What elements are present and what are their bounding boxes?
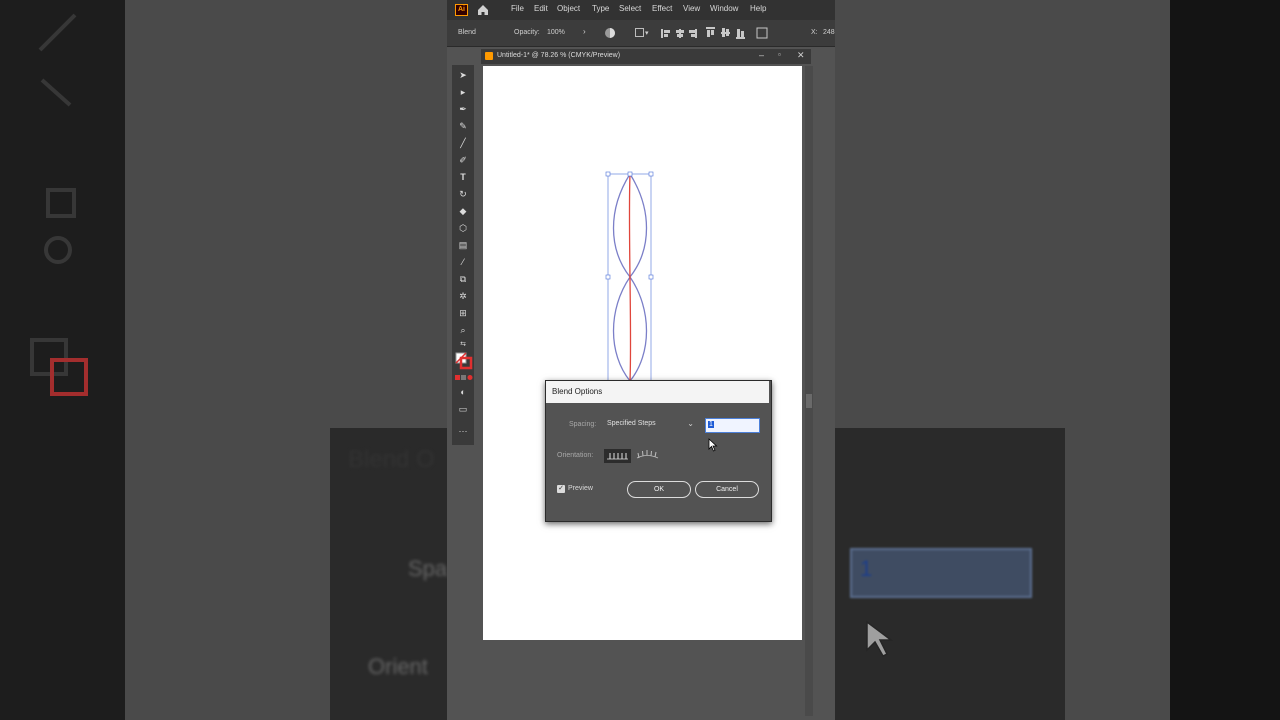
ghost-dialog-title: Blend O <box>348 446 435 473</box>
blend-tool-icon[interactable]: ⧉ <box>456 273 470 285</box>
ghost-cursor-icon <box>866 620 894 657</box>
fill-stroke-icon[interactable] <box>455 352 473 370</box>
menu-object[interactable]: Object <box>557 4 580 13</box>
menu-select[interactable]: Select <box>619 4 641 13</box>
orientation-label: Orientation: <box>557 452 594 459</box>
type-tool-icon[interactable]: T <box>456 171 470 183</box>
ghost-spacing-label: Spa <box>408 556 447 581</box>
menu-bar: Ai File Edit Object Type Select Effect V… <box>447 0 835 20</box>
shape-builder-tool-icon[interactable]: ⬡ <box>456 222 470 234</box>
document-title: Untitled-1* @ 78.26 % (CMYK/Preview) <box>497 52 621 59</box>
x-label: X: <box>811 29 818 36</box>
menu-effect[interactable]: Effect <box>652 4 672 13</box>
chevron-down-icon: ⌄ <box>687 419 694 428</box>
menu-help[interactable]: Help <box>750 4 766 13</box>
paintbrush-tool-icon[interactable]: ✐ <box>456 154 470 166</box>
ok-button[interactable]: OK <box>627 481 691 498</box>
blend-artwork[interactable] <box>603 169 658 389</box>
align-to-page-button[interactable] <box>604 449 631 463</box>
document-tab[interactable]: Untitled-1* @ 78.26 % (CMYK/Preview) – ▫… <box>481 49 811 64</box>
minimize-icon[interactable]: – <box>759 50 764 60</box>
color-mode-icons[interactable] <box>455 374 473 382</box>
line-tool-icon[interactable]: ╱ <box>456 137 470 149</box>
swap-fill-stroke-icon[interactable]: ⇆ <box>456 339 470 351</box>
menu-type[interactable]: Type <box>592 4 609 13</box>
scrollbar-thumb[interactable] <box>806 394 812 408</box>
ghost-steps-value: 1 <box>860 556 873 581</box>
ghost-steps-field: 1 <box>850 548 1032 598</box>
background-left-blur: Blend O Spa Orient <box>0 0 447 720</box>
blend-options-dialog: Blend Options Spacing: Specified Steps ⌄… <box>545 380 772 522</box>
cancel-button[interactable]: Cancel <box>695 481 759 498</box>
mouse-cursor-icon <box>708 438 718 452</box>
app-logo: Ai <box>455 4 468 16</box>
gradient-tool-icon[interactable]: ▤ <box>456 239 470 251</box>
blend-spine <box>628 173 632 382</box>
opacity-value[interactable]: 100% <box>547 29 565 36</box>
menu-file[interactable]: File <box>511 4 524 13</box>
spacing-label: Spacing: <box>569 421 597 428</box>
selection-type-label: Blend <box>458 29 476 36</box>
control-bar: Blend Opacity: 100% › ▾ X: 248 <box>447 20 835 47</box>
symbol-sprayer-tool-icon[interactable]: ✲ <box>456 290 470 302</box>
align-to-path-button[interactable] <box>634 449 661 463</box>
tools-panel: ➤ ▸ ✒ ✎ ╱ ✐ T ↻ ◆ ⬡ ▤ ⁄ ⧉ ✲ ⊞ ⌕ ⇆ ◐ ▭ ··… <box>452 65 474 445</box>
direct-selection-tool-icon[interactable]: ▸ <box>456 86 470 98</box>
eraser-tool-icon[interactable]: ◆ <box>456 205 470 217</box>
artboard[interactable] <box>483 66 802 640</box>
preview-label[interactable]: Preview <box>568 485 593 492</box>
vertical-scrollbar[interactable] <box>805 66 813 716</box>
document-ai-icon <box>485 52 493 60</box>
preview-checkbox[interactable]: ✓ <box>557 485 565 493</box>
ghost-orientation-label: Orient <box>368 654 428 679</box>
maximize-icon[interactable]: ▫ <box>778 50 781 59</box>
dialog-title: Blend Options <box>552 387 603 396</box>
curvature-tool-icon[interactable]: ✎ <box>456 120 470 132</box>
ghost-tool-icons <box>30 13 88 396</box>
rotate-tool-icon[interactable]: ↻ <box>456 188 470 200</box>
background-panel-ghost <box>1170 0 1280 720</box>
recolor-icon[interactable] <box>604 27 616 39</box>
dialog-titlebar[interactable]: Blend Options <box>546 381 769 403</box>
x-value[interactable]: 248 <box>823 29 835 36</box>
illustrator-window: Ai File Edit Object Type Select Effect V… <box>447 0 835 720</box>
screen-mode-icon[interactable]: ▭ <box>456 403 470 415</box>
draw-mode-icon[interactable]: ◐ <box>456 386 470 398</box>
spacing-value: Specified Steps <box>607 420 656 427</box>
pen-tool-icon[interactable]: ✒ <box>456 103 470 115</box>
selection-tool-icon[interactable]: ➤ <box>456 69 470 81</box>
align-to-page-icon <box>607 453 628 460</box>
spacing-select[interactable]: Specified Steps ⌄ <box>605 418 697 431</box>
artboard-tool-icon[interactable]: ⊞ <box>456 307 470 319</box>
transform-icon[interactable] <box>635 28 644 37</box>
zoom-tool-icon[interactable]: ⌕ <box>456 324 470 336</box>
opacity-arrow-icon[interactable]: › <box>583 27 586 36</box>
background-right-blur: 1 <box>835 0 1280 720</box>
menu-window[interactable]: Window <box>710 4 738 13</box>
home-icon[interactable] <box>476 3 490 17</box>
menu-edit[interactable]: Edit <box>534 4 548 13</box>
steps-value: 1 <box>708 421 714 428</box>
align-icons[interactable] <box>661 27 771 39</box>
close-icon[interactable]: ✕ <box>797 50 805 61</box>
transform-arrow-icon[interactable]: ▾ <box>645 29 649 37</box>
more-tools-icon[interactable]: ··· <box>456 425 470 437</box>
opacity-label: Opacity: <box>514 29 540 36</box>
align-to-path-icon <box>636 450 659 459</box>
menu-view[interactable]: View <box>683 4 700 13</box>
eyedropper-tool-icon[interactable]: ⁄ <box>456 256 470 268</box>
steps-input[interactable]: 1 <box>705 418 760 433</box>
